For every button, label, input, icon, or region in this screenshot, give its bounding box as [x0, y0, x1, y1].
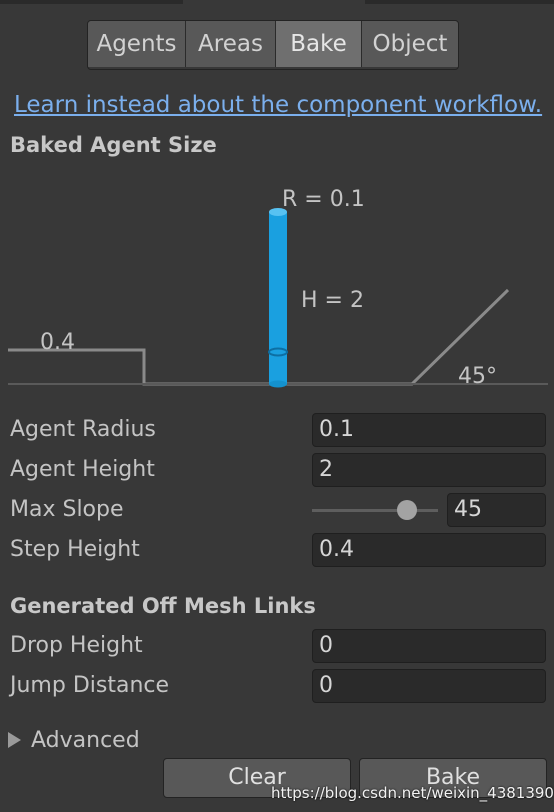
triangle-right-icon[interactable]	[8, 732, 21, 748]
step-height-label: Step Height	[10, 537, 140, 562]
step-label: 0.4	[40, 330, 75, 355]
baked-agent-size-heading: Baked Agent Size	[10, 133, 217, 157]
advanced-label: Advanced	[31, 727, 140, 753]
top-edge-segment	[0, 0, 183, 4]
height-label: H = 2	[301, 288, 364, 313]
tab-object[interactable]: Object	[362, 21, 458, 67]
agent-size-diagram: R = 0.1 H = 2 0.4 45°	[8, 187, 548, 389]
navigation-tabs: Agents Areas Bake Object	[87, 20, 459, 70]
tab-areas[interactable]: Areas	[186, 21, 276, 67]
step-height-field[interactable]: 0.4	[312, 533, 546, 567]
jump-distance-field[interactable]: 0	[312, 669, 546, 703]
max-slope-row: Max Slope 45	[0, 493, 554, 529]
slope-label: 45°	[458, 364, 497, 389]
jump-distance-label: Jump Distance	[10, 673, 170, 698]
tab-agents[interactable]: Agents	[88, 21, 186, 67]
agent-radius-label: Agent Radius	[10, 417, 156, 442]
agent-radius-row: Agent Radius 0.1	[0, 413, 554, 449]
agent-radius-field[interactable]: 0.1	[312, 413, 546, 447]
drop-height-label: Drop Height	[10, 633, 143, 658]
max-slope-field[interactable]: 45	[447, 493, 546, 527]
agent-height-row: Agent Height 2	[0, 453, 554, 489]
drop-height-field[interactable]: 0	[312, 629, 546, 663]
drop-height-row: Drop Height 0	[0, 629, 554, 665]
watermark-text: https://blog.csdn.net/weixin_43813902	[271, 784, 554, 802]
max-slope-label: Max Slope	[10, 497, 124, 522]
advanced-foldout[interactable]: Advanced	[8, 726, 140, 754]
max-slope-slider-thumb[interactable]	[396, 500, 417, 520]
step-height-row: Step Height 0.4	[0, 533, 554, 569]
step-profile-line	[8, 288, 510, 386]
top-edge-strip	[0, 0, 554, 6]
component-workflow-link[interactable]: Learn instead about the component workfl…	[14, 92, 542, 118]
max-slope-slider-track[interactable]	[312, 509, 438, 512]
agent-height-field[interactable]: 2	[312, 453, 546, 487]
jump-distance-row: Jump Distance 0	[0, 669, 554, 705]
agent-cylinder	[268, 208, 288, 388]
agent-height-label: Agent Height	[10, 457, 155, 482]
radius-label: R = 0.1	[282, 187, 365, 212]
top-edge-segment	[365, 0, 554, 4]
tab-bake[interactable]: Bake	[276, 21, 362, 67]
off-mesh-links-heading: Generated Off Mesh Links	[10, 594, 316, 618]
